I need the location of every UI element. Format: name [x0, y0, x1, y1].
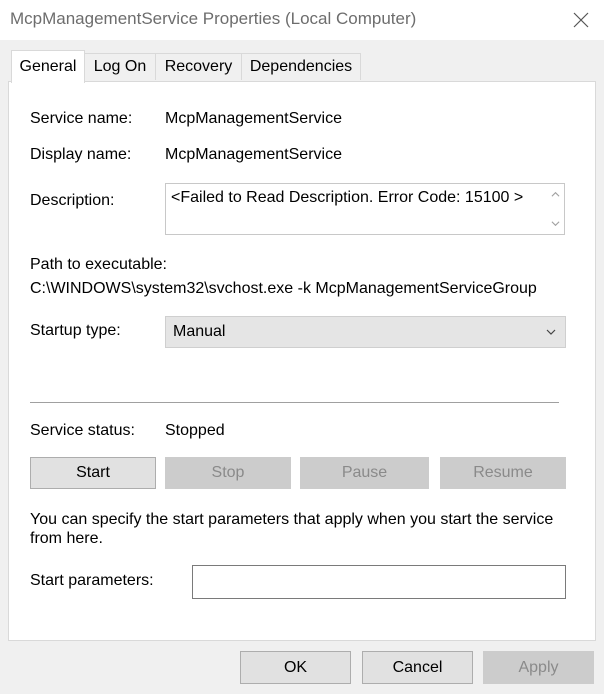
- chevron-down-icon: [546, 329, 556, 335]
- startup-type-select[interactable]: Manual: [165, 316, 566, 348]
- tab-log-on[interactable]: Log On: [84, 53, 156, 80]
- start-button[interactable]: Start: [30, 457, 156, 489]
- close-button[interactable]: [558, 0, 604, 40]
- window-title: McpManagementService Properties (Local C…: [10, 9, 417, 28]
- title-bar: McpManagementService Properties (Local C…: [0, 0, 604, 40]
- description-field[interactable]: <Failed to Read Description. Error Code:…: [165, 183, 565, 235]
- start-params-input[interactable]: [192, 565, 566, 599]
- apply-button[interactable]: Apply: [483, 651, 594, 684]
- tab-dependencies[interactable]: Dependencies: [241, 53, 361, 80]
- startup-type-label: Startup type:: [30, 322, 121, 339]
- description-label: Description:: [30, 192, 115, 209]
- display-name-label: Display name:: [30, 146, 132, 163]
- service-status-value: Stopped: [165, 422, 225, 439]
- general-tab-panel: Service name: McpManagementService Displ…: [8, 81, 596, 641]
- close-icon: [573, 12, 589, 28]
- startup-type-value: Manual: [173, 323, 226, 340]
- path-value: C:\WINDOWS\system32\svchost.exe -k McpMa…: [30, 280, 537, 297]
- cancel-button[interactable]: Cancel: [362, 651, 473, 684]
- service-status-label: Service status:: [30, 422, 135, 439]
- scroll-up-icon[interactable]: [551, 190, 560, 199]
- display-name-value: McpManagementService: [165, 146, 342, 163]
- path-label: Path to executable:: [30, 256, 167, 273]
- start-params-label: Start parameters:: [30, 572, 154, 589]
- service-name-label: Service name:: [30, 110, 133, 127]
- start-params-help-text: You can specify the start parameters tha…: [30, 511, 554, 547]
- tab-recovery[interactable]: Recovery: [155, 53, 242, 80]
- tab-general[interactable]: General: [11, 50, 85, 83]
- service-name-value: McpManagementService: [165, 110, 342, 127]
- scroll-down-icon[interactable]: [551, 219, 560, 228]
- description-scrollbar[interactable]: [547, 184, 564, 234]
- resume-button[interactable]: Resume: [440, 457, 566, 489]
- separator: [30, 402, 559, 403]
- stop-button[interactable]: Stop: [165, 457, 291, 489]
- ok-button[interactable]: OK: [240, 651, 351, 684]
- pause-button[interactable]: Pause: [300, 457, 429, 489]
- description-text: <Failed to Read Description. Error Code:…: [171, 189, 524, 206]
